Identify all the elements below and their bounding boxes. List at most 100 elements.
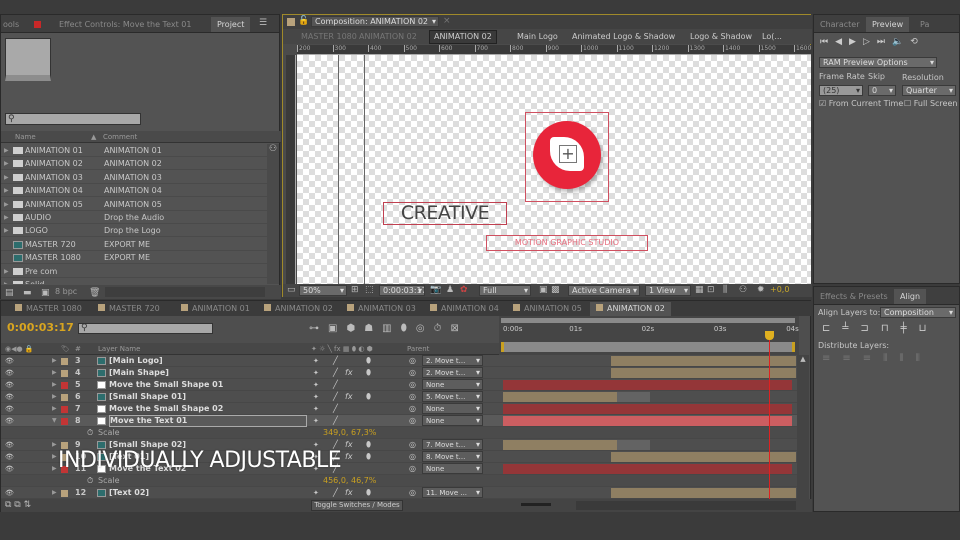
interpret-footage-icon[interactable]: ▤ <box>5 286 14 300</box>
navigator-bar[interactable] <box>501 318 795 323</box>
playhead-handle[interactable] <box>765 331 775 340</box>
col-layer-name[interactable]: Layer Name <box>98 343 140 355</box>
property-value[interactable]: 456,0, 46,7% <box>323 475 376 487</box>
tab-character[interactable]: Character <box>814 17 866 32</box>
headline-text-layer[interactable]: CREATIVE <box>383 202 507 225</box>
layer-name[interactable]: [Small Shape 01] <box>109 391 186 403</box>
timeline-tab[interactable]: ANIMATION 01 <box>175 302 256 316</box>
label-color-swatch[interactable] <box>61 358 68 365</box>
fx-switch-icon[interactable]: fx <box>345 391 353 403</box>
stopwatch-icon[interactable]: ⏱ <box>87 427 93 439</box>
pickwhip-icon[interactable]: ◎ <box>409 379 416 391</box>
stopwatch-icon[interactable]: ⏱ <box>87 475 93 487</box>
collapse-switch-icon[interactable]: ✦ <box>313 403 319 415</box>
motion-blur-icon[interactable]: ⬮ <box>366 487 371 499</box>
expand-arrow-icon[interactable]: ▶ <box>4 224 9 237</box>
timeline-tab[interactable]: ANIMATION 02 <box>590 302 671 316</box>
tab-effects-presets[interactable]: Effects & Presets <box>814 289 894 304</box>
live-update-icon[interactable]: ▣ <box>328 323 346 334</box>
col-comment[interactable]: Comment <box>103 131 137 143</box>
visibility-eye-icon[interactable]: 👁 <box>5 367 14 379</box>
flowchart-icon[interactable]: ⚇ <box>269 144 277 154</box>
expand-arrow-icon[interactable]: ▶ <box>4 171 9 184</box>
layer-row[interactable]: 👁 ▶ 12 [Text 02] ✦ ╱ fx ⬮ ◎ 11. Move ... <box>1 487 809 499</box>
tagline-text-layer[interactable]: MOTION GRAPHIC STUDIO <box>486 235 648 251</box>
expand-arrow-icon[interactable]: ▶ <box>4 278 9 284</box>
work-area-bar[interactable] <box>501 342 795 352</box>
align-left-icon[interactable]: ⊏ <box>822 323 842 334</box>
visibility-eye-icon[interactable]: 👁 <box>5 391 14 403</box>
graph-editor-icon[interactable]: ⊠ <box>450 323 467 334</box>
bit-depth[interactable]: 8 bpc <box>55 285 77 299</box>
timeline-scrollbar[interactable]: ▲ <box>797 355 809 499</box>
stopwatch-icon[interactable]: ⏱ <box>434 323 451 334</box>
audio-icon[interactable]: 🔈 <box>892 37 910 47</box>
layer-name[interactable]: [Main Shape] <box>109 367 169 379</box>
distribute-bottom-icon[interactable]: ≡ <box>863 353 883 364</box>
parent-dropdown[interactable]: None <box>422 463 483 474</box>
pickwhip-icon[interactable]: ◎ <box>409 451 416 463</box>
zoom-slider[interactable] <box>521 503 551 506</box>
project-item[interactable]: ▶ ANIMATION 03 ANIMATION 03 <box>1 171 267 184</box>
label-color-swatch[interactable] <box>61 394 68 401</box>
motion-blur-icon[interactable]: ⬮ <box>366 355 371 367</box>
expand-arrow-icon[interactable]: ▶ <box>4 198 9 211</box>
safe-zones-icon[interactable]: ⊞ <box>351 285 359 295</box>
quality-switch-icon[interactable]: ╱ <box>333 487 338 499</box>
timeline-hscrollbar[interactable] <box>576 501 796 510</box>
label-color-swatch[interactable] <box>61 490 68 497</box>
full-screen-checkbox[interactable]: ☐ Full Screen <box>904 99 957 108</box>
visibility-eye-icon[interactable]: 👁 <box>5 379 14 391</box>
visibility-eye-icon[interactable]: 👁 <box>5 415 14 427</box>
timeline-icon[interactable]: ⫼ <box>723 285 727 295</box>
label-color-swatch[interactable] <box>61 418 68 425</box>
timeline-tab[interactable]: ANIMATION 05 <box>507 302 588 316</box>
project-scrollbar[interactable]: ⚇ <box>267 144 279 284</box>
snapshot-icon[interactable]: 📷 <box>430 285 441 295</box>
project-item[interactable]: ▶ AUDIO Drop the Audio <box>1 211 267 224</box>
label-color-swatch[interactable] <box>61 382 68 389</box>
align-hcenter-icon[interactable]: ╧ <box>842 323 860 334</box>
transparency-grid-icon[interactable]: ▩ <box>551 285 560 295</box>
fx-switch-icon[interactable]: fx <box>345 367 353 379</box>
magnification-dropdown[interactable]: 50% <box>299 285 347 296</box>
layer-duration-bar[interactable] <box>617 392 651 402</box>
expand-arrow-icon[interactable]: ▶ <box>4 265 9 278</box>
breadcrumb-item[interactable]: Logo & Shadow <box>690 29 752 44</box>
lock-icon[interactable]: 🔓 <box>298 16 309 26</box>
distribute-right-icon[interactable]: ⫴ <box>916 353 932 364</box>
breadcrumb-item[interactable]: Lo(... <box>762 29 782 44</box>
layer-duration-bar[interactable] <box>503 380 793 390</box>
pickwhip-icon[interactable]: ◎ <box>409 367 416 379</box>
parent-dropdown[interactable]: 7. Move t... <box>422 439 483 450</box>
col-name[interactable]: Name <box>15 131 36 143</box>
collapse-switch-icon[interactable]: ✦ <box>313 415 319 427</box>
parent-dropdown[interactable]: None <box>422 379 483 390</box>
project-item[interactable]: MASTER 720 EXPORT ME <box>1 238 267 251</box>
resolution-dropdown[interactable]: Quarter <box>902 85 956 96</box>
expand-arrow-icon[interactable]: ▶ <box>52 463 57 475</box>
collapse-switch-icon[interactable]: ✦ <box>313 379 319 391</box>
always-preview-icon[interactable]: ▭ <box>287 285 296 295</box>
project-item[interactable]: ▶ LOGO Drop the Logo <box>1 224 267 238</box>
project-item[interactable]: ▶ ANIMATION 05 ANIMATION 05 <box>1 198 267 211</box>
expand-arrow-icon[interactable]: ▶ <box>4 211 9 224</box>
resolution-dropdown[interactable]: Full <box>479 285 531 296</box>
property-row[interactable]: ⏱ Scale 456,0, 46,7% <box>1 475 809 487</box>
layer-row[interactable]: 👁 ▶ 7 Move the Small Shape 02 ✦ ╱ ◎ None <box>1 403 809 415</box>
expand-arrow-icon[interactable]: ▶ <box>52 403 57 415</box>
parent-dropdown[interactable]: 8. Move t... <box>422 451 483 462</box>
toggle-switches-modes-button[interactable]: Toggle Switches / Modes <box>311 500 403 511</box>
layer-duration-bar[interactable] <box>503 440 618 450</box>
visibility-eye-icon[interactable]: 👁 <box>5 451 14 463</box>
expand-arrow-icon[interactable]: ▶ <box>52 391 57 403</box>
current-time[interactable]: 0:00:03:17 <box>7 321 74 334</box>
motion-blur-icon[interactable]: ⬮ <box>366 451 371 463</box>
fx-switch-icon[interactable]: fx <box>345 439 353 451</box>
quality-switch-icon[interactable]: ╱ <box>333 367 338 379</box>
pickwhip-icon[interactable]: ◎ <box>409 463 416 475</box>
visibility-eye-icon[interactable]: 👁 <box>5 403 14 415</box>
expand-panes-icon[interactable]: ⧉ ⧉ ⇅ <box>5 500 31 510</box>
brainstorm-icon[interactable]: ◎ <box>416 323 434 334</box>
channel-icon[interactable]: ✿ <box>460 285 468 295</box>
